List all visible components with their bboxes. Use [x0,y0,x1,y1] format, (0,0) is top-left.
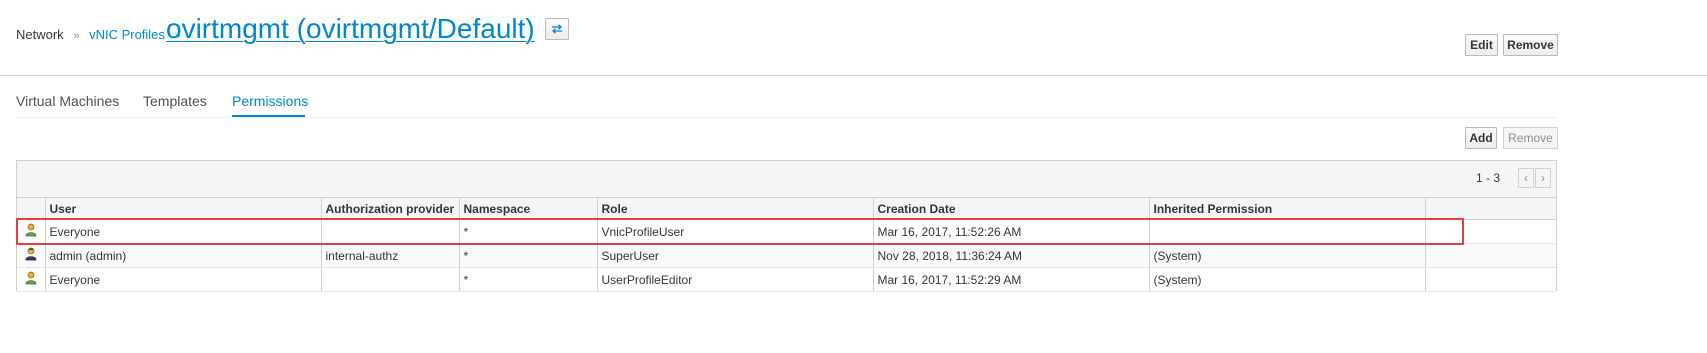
user-icon-cell [17,219,46,244]
cell-role: SuperUser [597,243,874,268]
cell-role: VnicProfileUser [597,219,874,244]
permissions-table: 1 - 3 ‹ › User Authorization provider Na… [16,160,1557,292]
breadcrumb-vnic-profiles-link[interactable]: vNIC Profiles [89,27,165,42]
cell-inherited: (System) [1149,243,1426,268]
table-row[interactable]: admin (admin) internal-authz * SuperUser… [17,243,1556,268]
cell-namespace: * [459,267,598,292]
group-user-icon [25,223,37,237]
cell-namespace: * [459,243,598,268]
breadcrumb-root: Network [16,27,64,42]
header-divider [0,75,1707,76]
cell-creation-date: Mar 16, 2017, 11:52:26 AM [873,219,1150,244]
column-header-creation-date[interactable]: Creation Date [873,197,1150,220]
previous-page-button[interactable]: ‹ [1518,168,1534,188]
pagination-range: 1 - 3 [1475,171,1500,185]
breadcrumb: Network » vNIC Profiles » [16,27,187,42]
remove-button[interactable]: Remove [1503,34,1558,56]
table-header-row: User Authorization provider Namespace Ro… [17,197,1556,220]
cell-inherited [1149,219,1426,244]
column-header-inherited-permission[interactable]: Inherited Permission [1149,197,1426,220]
tab-virtual-machines[interactable]: Virtual Machines [16,93,119,109]
add-permission-button[interactable]: Add [1465,127,1497,149]
cell-provider: internal-authz [321,243,460,268]
cell-filler [1425,267,1556,292]
swap-view-button[interactable] [545,18,569,40]
cell-role: UserProfileEditor [597,267,874,292]
cell-user: Everyone [45,267,322,292]
tab-permissions[interactable]: Permissions [232,93,308,109]
tab-templates[interactable]: Templates [143,93,207,109]
table-row[interactable]: Everyone * UserProfileEditor Mar 16, 201… [17,267,1556,292]
column-header-user[interactable]: User [45,197,322,220]
permissions-grid: User Authorization provider Namespace Ro… [17,197,1556,292]
user-icon-cell [17,267,46,292]
icon-column-header [17,197,46,220]
cell-user: admin (admin) [45,243,322,268]
breadcrumb-separator: » [73,30,80,42]
cell-creation-date: Nov 28, 2018, 11:36:24 AM [873,243,1150,268]
swap-arrows-icon [552,24,562,34]
chevron-right-icon: › [1541,171,1545,185]
cell-provider [321,219,460,244]
cell-user: Everyone [45,219,322,244]
admin-user-icon [25,247,37,261]
cell-provider [321,267,460,292]
cell-filler [1425,219,1556,244]
cell-filler [1425,243,1556,268]
chevron-left-icon: ‹ [1524,171,1528,185]
tabs-divider [16,117,1557,118]
cell-namespace: * [459,219,598,244]
column-header-namespace[interactable]: Namespace [459,197,598,220]
column-header-role[interactable]: Role [597,197,874,220]
remove-permission-button[interactable]: Remove [1503,127,1558,149]
group-user-icon [25,271,37,285]
filler-column-header [1425,197,1556,220]
table-row[interactable]: Everyone * VnicProfileUser Mar 16, 2017,… [17,219,1556,244]
column-header-authorization-provider[interactable]: Authorization provider [321,197,460,220]
edit-button[interactable]: Edit [1465,34,1498,56]
next-page-button[interactable]: › [1535,168,1551,188]
cell-creation-date: Mar 16, 2017, 11:52:29 AM [873,267,1150,292]
user-icon-cell [17,243,46,268]
page-title[interactable]: ovirtmgmt (ovirtmgmt/Default) [166,13,535,45]
cell-inherited: (System) [1149,267,1426,292]
